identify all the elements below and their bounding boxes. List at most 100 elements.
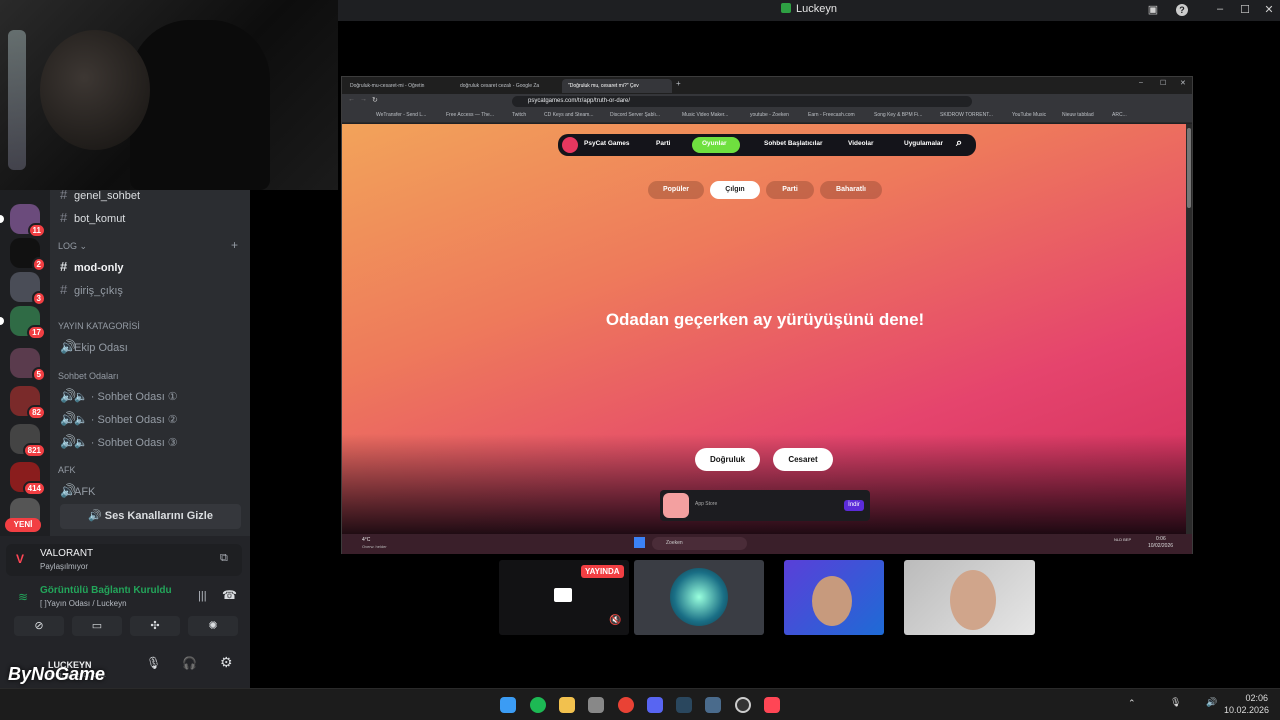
browser-tab[interactable]: doğruluk cesaret cezalı - Google Za (454, 79, 558, 93)
channel-genel[interactable]: # genel_sohbet (60, 187, 140, 202)
nav-uygulamalar[interactable]: Uygulamalar (904, 140, 943, 147)
bookmark[interactable]: Free Access — The... (446, 112, 494, 118)
voice-afk[interactable]: 🔊AFK (60, 483, 95, 499)
obs-icon[interactable] (735, 697, 751, 713)
channel-mod[interactable]: # mod-only (60, 259, 124, 274)
minimize-icon[interactable]: – (1139, 79, 1143, 86)
url-input[interactable]: psycatgames.com/tr/app/truth-or-dare/ (512, 96, 972, 107)
server-icon[interactable]: 414 (10, 462, 46, 496)
bookmark[interactable]: Earn - Freecash.com (808, 112, 855, 118)
browser-tab[interactable]: Doğruluk-mu-cesaret-mi - Oğretin (344, 79, 450, 93)
dare-button[interactable]: Cesaret (773, 448, 833, 471)
category-cilgin[interactable]: Çılgın (710, 181, 760, 199)
new-tab-icon[interactable]: + (676, 79, 681, 88)
spotify-icon[interactable] (530, 697, 546, 713)
soundboard-button[interactable]: ✺ (188, 616, 238, 636)
bookmark[interactable]: WeTransfer - Send L... (376, 112, 426, 118)
mic-tray-icon[interactable]: 🎙 (1170, 697, 1181, 708)
truth-button[interactable]: Doğruluk (695, 448, 760, 471)
close-icon[interactable]: ✕ (1180, 79, 1186, 87)
server-icon[interactable]: 2 (10, 238, 46, 272)
windows-start-icon[interactable] (634, 537, 645, 548)
noise-icon[interactable]: ||| (198, 590, 207, 602)
mic-icon[interactable]: 🎙 (146, 656, 161, 670)
bookmark[interactable]: YouTube Music (1012, 112, 1046, 118)
new-badge[interactable]: YENİ (5, 518, 41, 532)
settings-app-icon[interactable] (705, 697, 721, 713)
close-icon[interactable]: ✕ (1262, 3, 1276, 16)
file-explorer-icon[interactable] (559, 697, 575, 713)
voice-sohbet-1[interactable]: 🔊🔈 · Sohbet Odası ① (60, 388, 178, 404)
participant-tile[interactable] (634, 560, 764, 635)
category-sohbet[interactable]: Sohbet Odaları (58, 371, 119, 381)
bookmark[interactable]: ARC... (1112, 112, 1127, 118)
share-icon[interactable]: ⧉ (220, 552, 228, 565)
clock-date[interactable]: 10.02.2026 (1224, 705, 1269, 715)
muted-icon[interactable]: 🔇 (609, 615, 621, 626)
forward-icon[interactable]: → (360, 96, 367, 103)
bookmark[interactable]: youtube - Zoeken (750, 112, 789, 118)
voice-sohbet-3[interactable]: 🔊🔈 · Sohbet Odası ③ (60, 434, 178, 450)
camera-off-button[interactable]: ⊘ (14, 616, 64, 636)
psycat-logo-icon[interactable] (562, 137, 578, 153)
screen-icon[interactable]: ▣ (1146, 3, 1160, 16)
channel-giris[interactable]: # giriş_çıkış (60, 282, 123, 297)
bookmark[interactable]: CD Keys and Steam... (544, 112, 593, 118)
activity-card[interactable]: V VALORANT Paylaşılmıyor ⧉ (6, 544, 242, 576)
help-icon[interactable]: ? (1176, 4, 1188, 16)
bookmark[interactable]: Music Video Maker... (682, 112, 728, 118)
category-log[interactable]: LOG ⌄ (58, 241, 87, 252)
tray-chevron-icon[interactable]: ⌃ (1128, 698, 1136, 709)
bookmark[interactable]: Twitch (512, 112, 526, 118)
nav-sohbet[interactable]: Sohbet Başlatıcılar (764, 140, 823, 147)
server-icon[interactable]: 3 (10, 272, 46, 306)
bookmark[interactable]: Discord Server Şablı... (610, 112, 660, 118)
search-icon[interactable]: ⌕ (956, 137, 962, 150)
server-icon[interactable]: 821 (10, 424, 46, 458)
category-populer[interactable]: Popüler (648, 181, 704, 199)
server-icon[interactable]: 82 (10, 386, 46, 420)
voice-connected-title[interactable]: Görüntülü Bağlantı Kuruldu (40, 585, 172, 596)
windows-start-icon[interactable] (500, 697, 516, 713)
nav-oyunlar[interactable]: Oyunlar (702, 140, 727, 147)
voice-room[interactable]: [ ]Yayın Odası / Luckeyn (40, 599, 127, 608)
channel-bot[interactable]: # bot_komut (60, 210, 125, 225)
server-icon[interactable]: 17 (0, 306, 46, 340)
discord-icon[interactable] (647, 697, 663, 713)
activities-button[interactable]: ✣ (130, 616, 180, 636)
volume-icon[interactable]: 🔊 (1206, 697, 1217, 708)
category-parti[interactable]: Parti (766, 181, 814, 199)
valorant-icon[interactable] (764, 697, 780, 713)
voice-ekip[interactable]: 🔊Ekip Odası (60, 339, 128, 355)
app-store-banner[interactable]: App Store İndir (660, 490, 870, 521)
maximize-icon[interactable]: ☐ (1160, 79, 1166, 87)
maximize-icon[interactable]: ☐ (1238, 3, 1252, 16)
nav-parti[interactable]: Parti (656, 140, 670, 147)
category-baharatli[interactable]: Baharatlı (820, 181, 882, 199)
category-afk[interactable]: AFK (58, 465, 76, 475)
screen-share-button[interactable]: ▭ (72, 616, 122, 636)
server-icon[interactable]: 11 (0, 204, 46, 238)
steam-icon[interactable] (676, 697, 692, 713)
participant-tile[interactable] (904, 560, 1035, 635)
inner-search[interactable]: Zoeken (652, 537, 747, 550)
participant-tile-stream[interactable]: YAYINDA 🔇 (499, 560, 629, 635)
get-app-button[interactable]: İndir (844, 500, 864, 511)
site-brand[interactable]: PsyCat Games (584, 140, 630, 147)
browser-tab-active[interactable]: "Doğruluk mu, cesaret mi?" Çev (562, 79, 672, 93)
bookmark[interactable]: Nieuw tabblad (1062, 112, 1094, 118)
clock-time[interactable]: 02:06 (1236, 693, 1268, 703)
disconnect-icon[interactable]: ☎ (222, 588, 237, 602)
bookmark[interactable]: Song Key & BPM Fi... (874, 112, 922, 118)
page-scrollbar[interactable] (1186, 124, 1192, 534)
bookmark[interactable]: SKIDROW TORRENT... (940, 112, 993, 118)
reload-icon[interactable]: ↻ (372, 96, 378, 104)
back-icon[interactable]: ← (348, 96, 355, 103)
store-icon[interactable] (588, 697, 604, 713)
participant-tile[interactable] (784, 560, 884, 635)
settings-gear-icon[interactable]: ⚙ (220, 654, 233, 671)
minimize-icon[interactable]: – (1213, 3, 1227, 15)
add-channel-icon[interactable]: + (231, 238, 238, 252)
headphones-icon[interactable]: 🎧 (182, 656, 197, 670)
chrome-icon[interactable] (618, 697, 634, 713)
